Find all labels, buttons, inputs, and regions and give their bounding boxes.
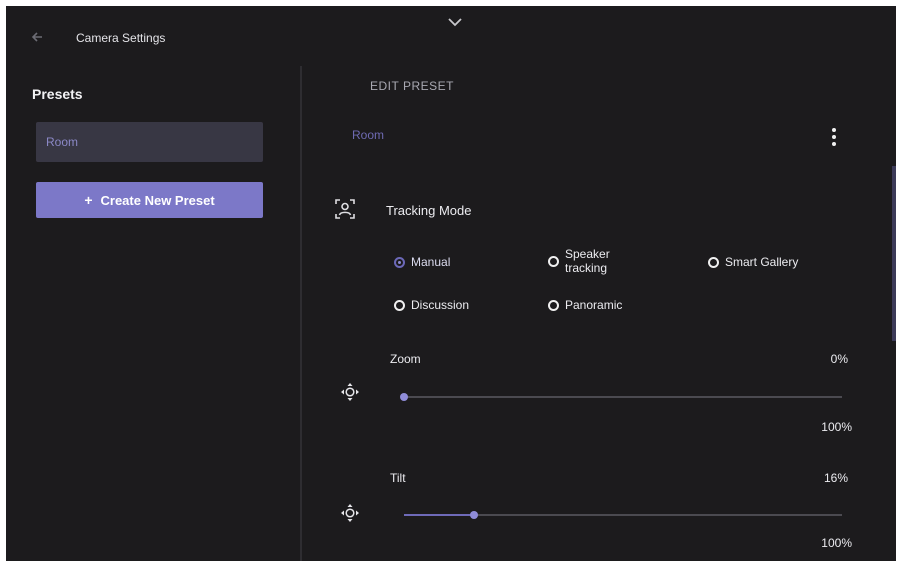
vertical-scrollbar[interactable] xyxy=(892,166,896,341)
person-tracking-icon xyxy=(335,199,355,219)
arrow-left-icon[interactable] xyxy=(30,30,44,44)
preset-item-room[interactable]: Room xyxy=(36,122,263,162)
tilt-value: 16% xyxy=(823,471,848,485)
tilt-slider-thumb[interactable] xyxy=(470,511,479,519)
radio-smart-gallery[interactable]: Smart Gallery xyxy=(708,255,798,269)
zoom-slider-thumb[interactable] xyxy=(400,393,408,401)
window-title: Camera Settings xyxy=(76,31,166,45)
create-new-preset-label: Create New Preset xyxy=(100,192,215,208)
radio-unselected-icon xyxy=(548,299,559,311)
radio-selected-icon xyxy=(394,256,405,268)
radio-discussion[interactable]: Discussion xyxy=(394,298,469,312)
plus-icon: + xyxy=(84,192,93,208)
move-control-icon xyxy=(341,504,359,522)
tilt-max-label: 100% xyxy=(821,536,852,550)
presets-sidebar: Presets Room + Create New Preset xyxy=(6,66,300,561)
zoom-label: Zoom xyxy=(390,352,421,366)
chevron-down-icon[interactable] xyxy=(446,16,464,28)
create-new-preset-button[interactable]: + Create New Preset xyxy=(36,182,263,218)
radio-label: Panoramic xyxy=(565,298,623,312)
radio-manual[interactable]: Manual xyxy=(394,255,450,269)
presets-heading: Presets xyxy=(32,86,83,102)
radio-unselected-icon xyxy=(394,299,405,311)
radio-label: Smart Gallery xyxy=(725,255,799,269)
tracking-mode-label: Tracking Mode xyxy=(386,203,472,218)
tilt-label: Tilt xyxy=(390,471,406,485)
edit-preset-panel: EDIT PRESET Room Tracking Mode Manual Sp… xyxy=(302,66,896,561)
radio-label: Speaker tracking xyxy=(565,247,610,275)
radio-speaker-tracking[interactable]: Speaker tracking xyxy=(548,247,610,275)
tilt-slider[interactable] xyxy=(404,511,842,519)
section-label: EDIT PRESET xyxy=(370,79,454,93)
radio-unselected-icon xyxy=(708,256,719,268)
zoom-value: 0% xyxy=(830,352,848,366)
radio-label: Manual xyxy=(411,255,451,269)
preset-name-field[interactable]: Room xyxy=(352,122,832,152)
preset-name-value: Room xyxy=(352,128,385,142)
top-bar: Camera Settings xyxy=(6,6,896,66)
more-vertical-icon[interactable] xyxy=(830,126,838,148)
radio-panoramic[interactable]: Panoramic xyxy=(548,298,622,312)
camera-settings-window: Camera Settings Presets Room + Create Ne… xyxy=(6,6,896,561)
preset-item-label: Room xyxy=(46,135,79,149)
zoom-max-label: 100% xyxy=(821,420,852,434)
zoom-slider[interactable] xyxy=(400,393,842,401)
radio-unselected-icon xyxy=(548,255,559,267)
tilt-slider-fill xyxy=(404,514,475,516)
radio-label: Discussion xyxy=(411,298,470,312)
move-control-icon xyxy=(341,383,359,401)
